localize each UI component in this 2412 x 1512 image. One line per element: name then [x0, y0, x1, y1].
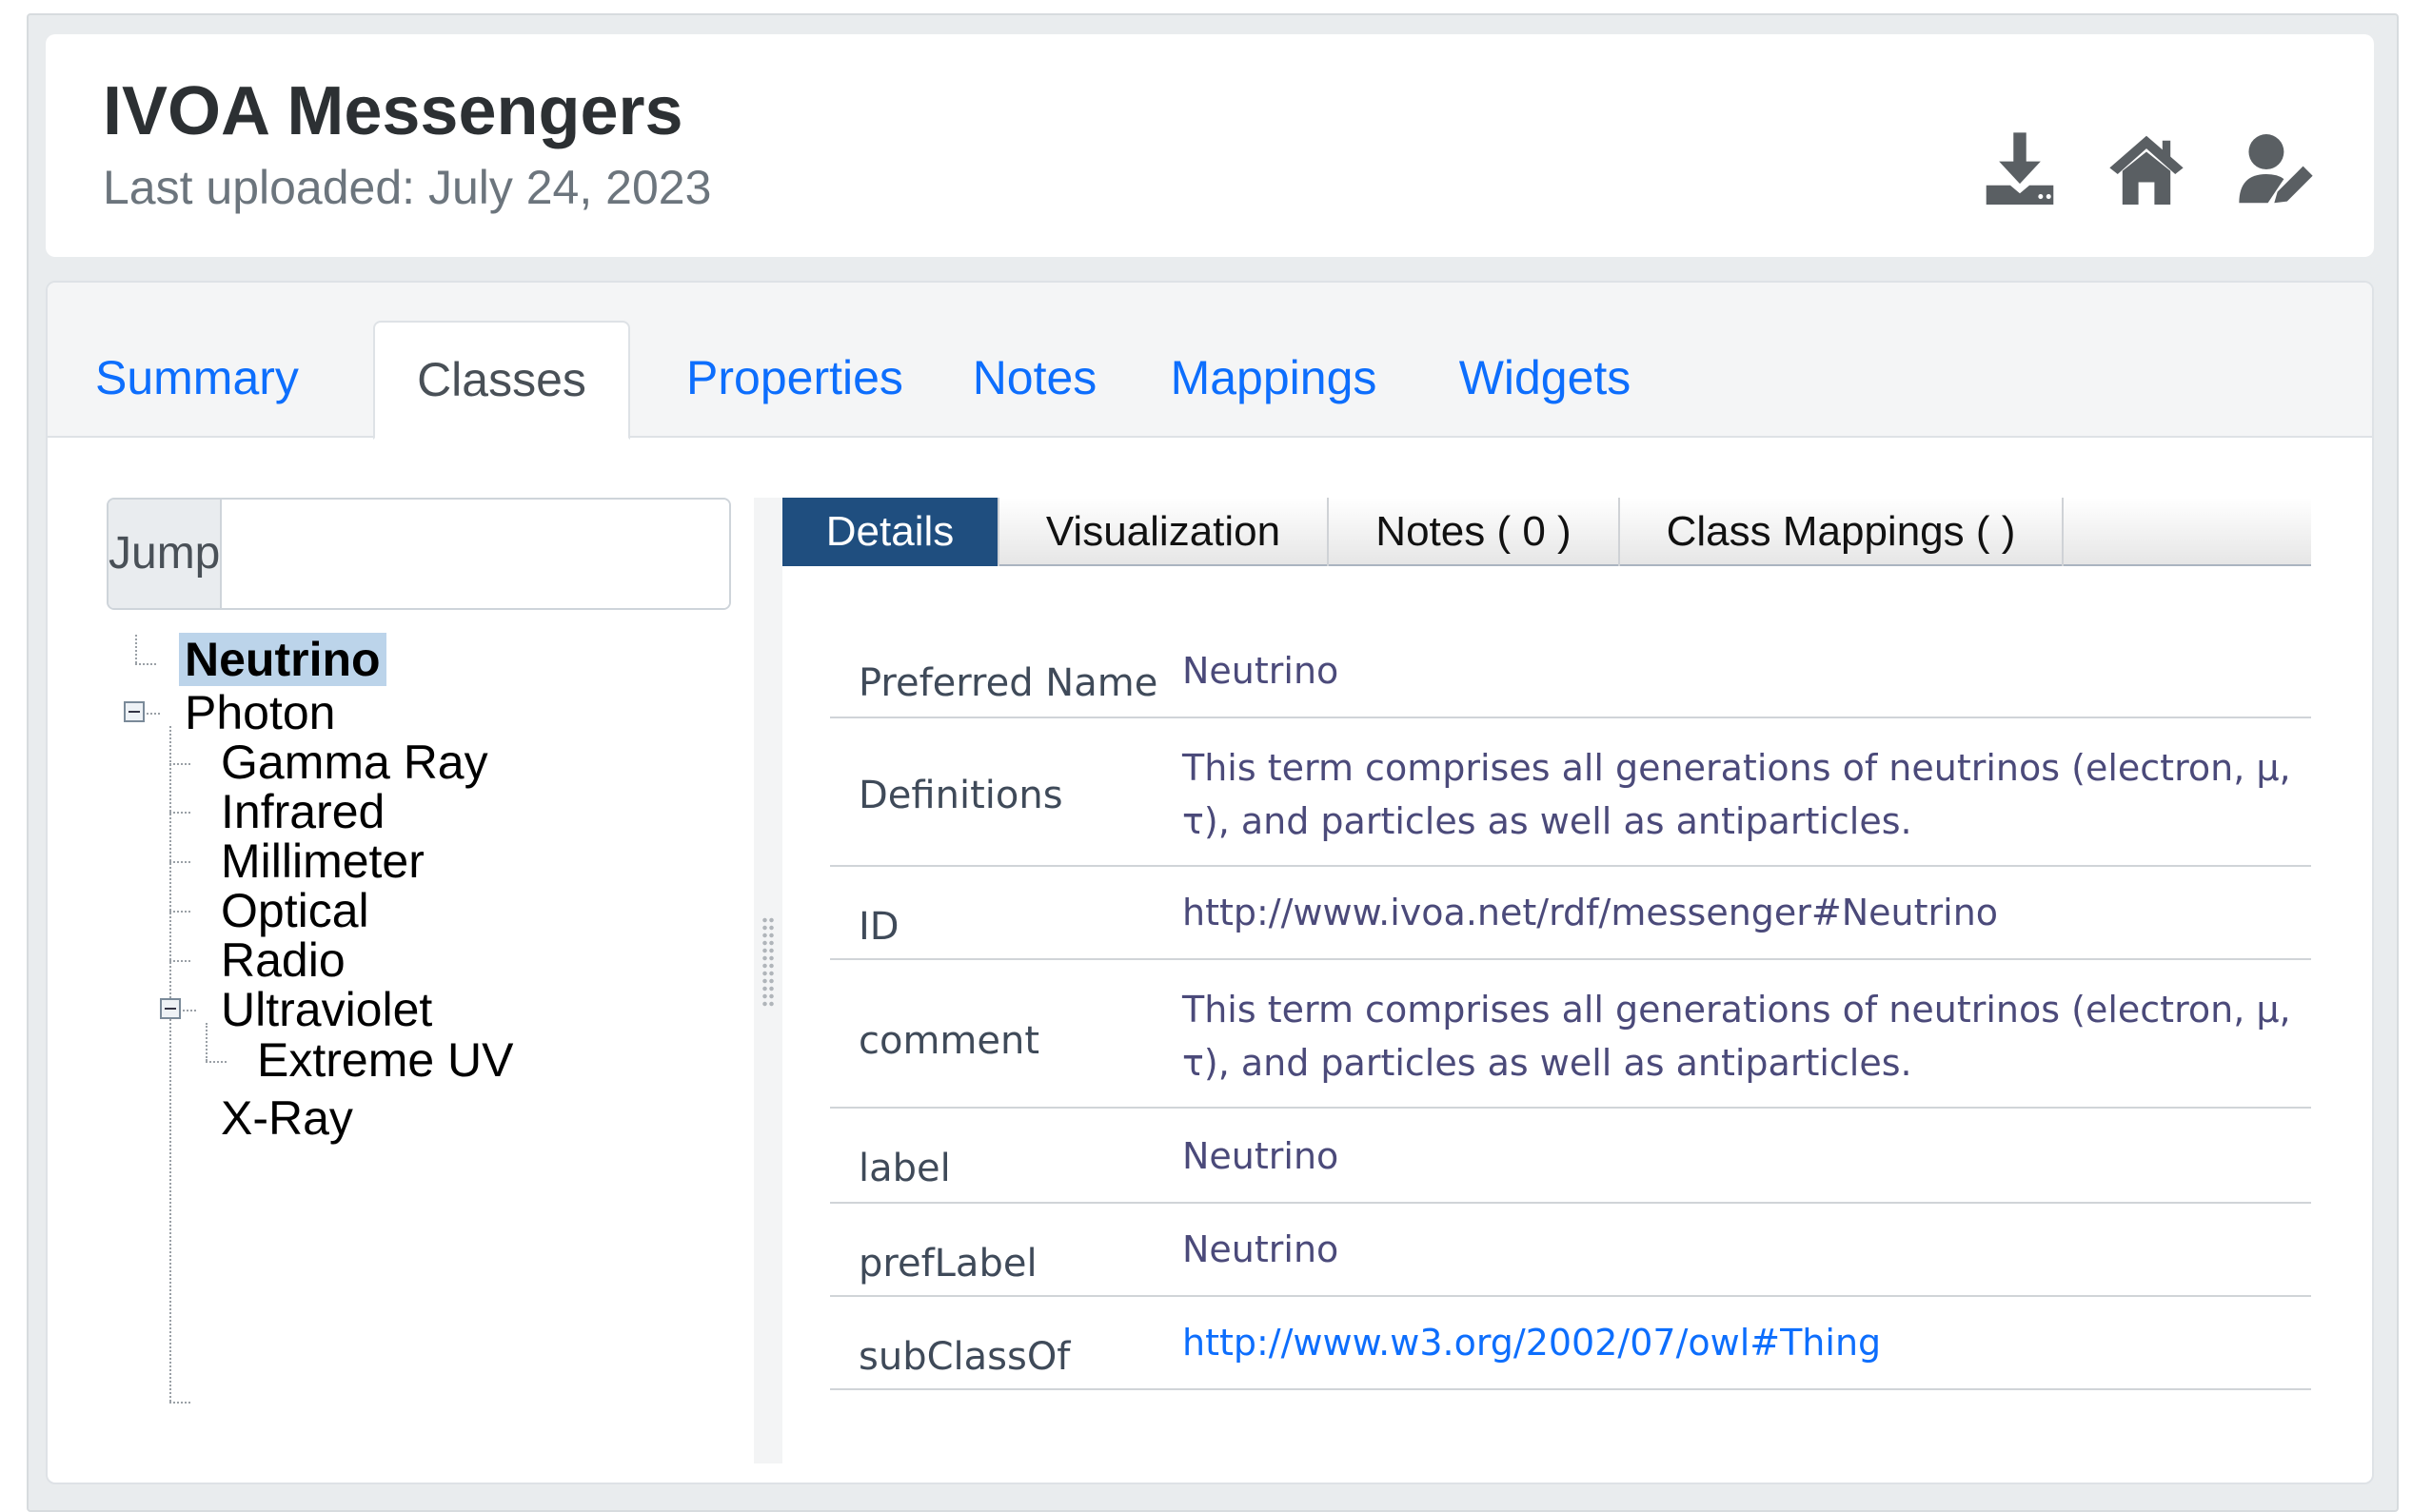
- detail-value: Neutrino: [1182, 1135, 1339, 1177]
- page-title: IVOA Messengers: [103, 73, 683, 149]
- collapse-ultraviolet-icon[interactable]: [160, 998, 181, 1019]
- tree-connector: [206, 1023, 208, 1061]
- tree-connector: [169, 763, 190, 765]
- detail-key: Definitions: [859, 774, 1063, 817]
- tab-properties[interactable]: Properties: [676, 321, 914, 440]
- download-icon[interactable]: [1980, 129, 2060, 209]
- detail-row-definitions: Definitions This term comprises all gene…: [830, 718, 2311, 867]
- detail-value: Neutrino: [1182, 650, 1339, 692]
- jump-to-input[interactable]: [222, 500, 729, 608]
- tree-node-millimeter[interactable]: Millimeter: [215, 835, 430, 888]
- detail-tab-notes[interactable]: Notes ( 0 ): [1329, 498, 1620, 566]
- detail-key: label: [859, 1147, 951, 1190]
- tree-connector: [169, 861, 190, 863]
- tab-classes[interactable]: Classes: [373, 321, 630, 440]
- ontology-header: IVOA Messengers Last uploaded: July 24, …: [46, 34, 2374, 257]
- main-card: Summary Classes Properties Notes Mapping…: [46, 281, 2374, 1484]
- detail-row-id: ID http://www.ivoa.net/rdf/messenger#Neu…: [830, 867, 2311, 960]
- detail-row-label: label Neutrino: [830, 1109, 2311, 1204]
- home-icon[interactable]: [2102, 129, 2191, 209]
- tree-node-optical[interactable]: Optical: [215, 884, 375, 937]
- detail-key: subClassOf: [859, 1335, 1071, 1379]
- jump-to-label: Jump to:: [109, 500, 223, 608]
- tree-connector: [169, 812, 190, 814]
- tree-node-extreme-uv[interactable]: Extreme UV: [251, 1033, 520, 1087]
- detail-row-preflabel: prefLabel Neutrino: [830, 1204, 2311, 1297]
- tree-connector: [147, 713, 160, 715]
- tree-connector: [135, 663, 156, 665]
- detail-tab-details[interactable]: Details: [782, 498, 999, 566]
- tree-node-photon[interactable]: Photon: [179, 686, 341, 739]
- splitter-grip-icon[interactable]: [761, 916, 775, 1008]
- detail-key: comment: [859, 1019, 1040, 1063]
- detail-value: This term comprises all generations of n…: [1182, 747, 2291, 842]
- tree-connector: [183, 1010, 196, 1011]
- tree-connector: [169, 960, 190, 962]
- detail-tab-visualization[interactable]: Visualization: [999, 498, 1329, 566]
- detail-row-preferred-name: Preferred Name Neutrino: [830, 625, 2311, 718]
- tree-node-radio[interactable]: Radio: [215, 933, 351, 987]
- tree-connector: [169, 911, 190, 913]
- tree-connector: [206, 1061, 227, 1063]
- tree-node-x-ray[interactable]: X-Ray: [215, 1091, 359, 1145]
- tab-notes[interactable]: Notes: [963, 321, 1106, 440]
- last-uploaded-text: Last uploaded: July 24, 2023: [103, 161, 712, 214]
- panel-splitter[interactable]: [754, 498, 782, 1463]
- tab-summary[interactable]: Summary: [95, 321, 299, 440]
- detail-tabs: Details Visualization Notes ( 0 ) Class …: [782, 498, 2311, 566]
- detail-key: ID: [859, 905, 900, 949]
- tree-node-gamma-ray[interactable]: Gamma Ray: [215, 736, 494, 789]
- tab-mappings[interactable]: Mappings: [1159, 321, 1388, 440]
- detail-value: http://www.ivoa.net/rdf/messenger#Neutri…: [1182, 892, 1999, 933]
- subclassof-link[interactable]: http://www.w3.org/2002/07/owl#Thing: [1182, 1316, 2305, 1369]
- detail-key: prefLabel: [859, 1242, 1038, 1286]
- tree-node-ultraviolet[interactable]: Ultraviolet: [215, 983, 438, 1036]
- tree-connector: [135, 635, 137, 663]
- detail-key: Preferred Name: [859, 661, 1158, 705]
- detail-row-comment: comment This term comprises all generati…: [830, 960, 2311, 1109]
- jump-to-group: Jump to:: [107, 498, 731, 610]
- detail-value: Neutrino: [1182, 1228, 1339, 1270]
- detail-row-subclassof: subClassOf http://www.w3.org/2002/07/owl…: [830, 1297, 2311, 1390]
- detail-value: This term comprises all generations of n…: [1182, 989, 2291, 1084]
- tree-connector: [169, 1402, 190, 1404]
- main-tabs: Summary Classes Properties Notes Mapping…: [48, 283, 2372, 440]
- collapse-photon-icon[interactable]: [124, 701, 145, 722]
- tree-node-infrared[interactable]: Infrared: [215, 785, 390, 838]
- user-edit-icon[interactable]: [2231, 129, 2321, 209]
- tab-widgets[interactable]: Widgets: [1445, 321, 1645, 440]
- detail-tab-class-mappings[interactable]: Class Mappings ( ): [1620, 498, 2064, 566]
- tree-node-neutrino[interactable]: Neutrino: [179, 633, 386, 686]
- tree-connector: [169, 726, 171, 1402]
